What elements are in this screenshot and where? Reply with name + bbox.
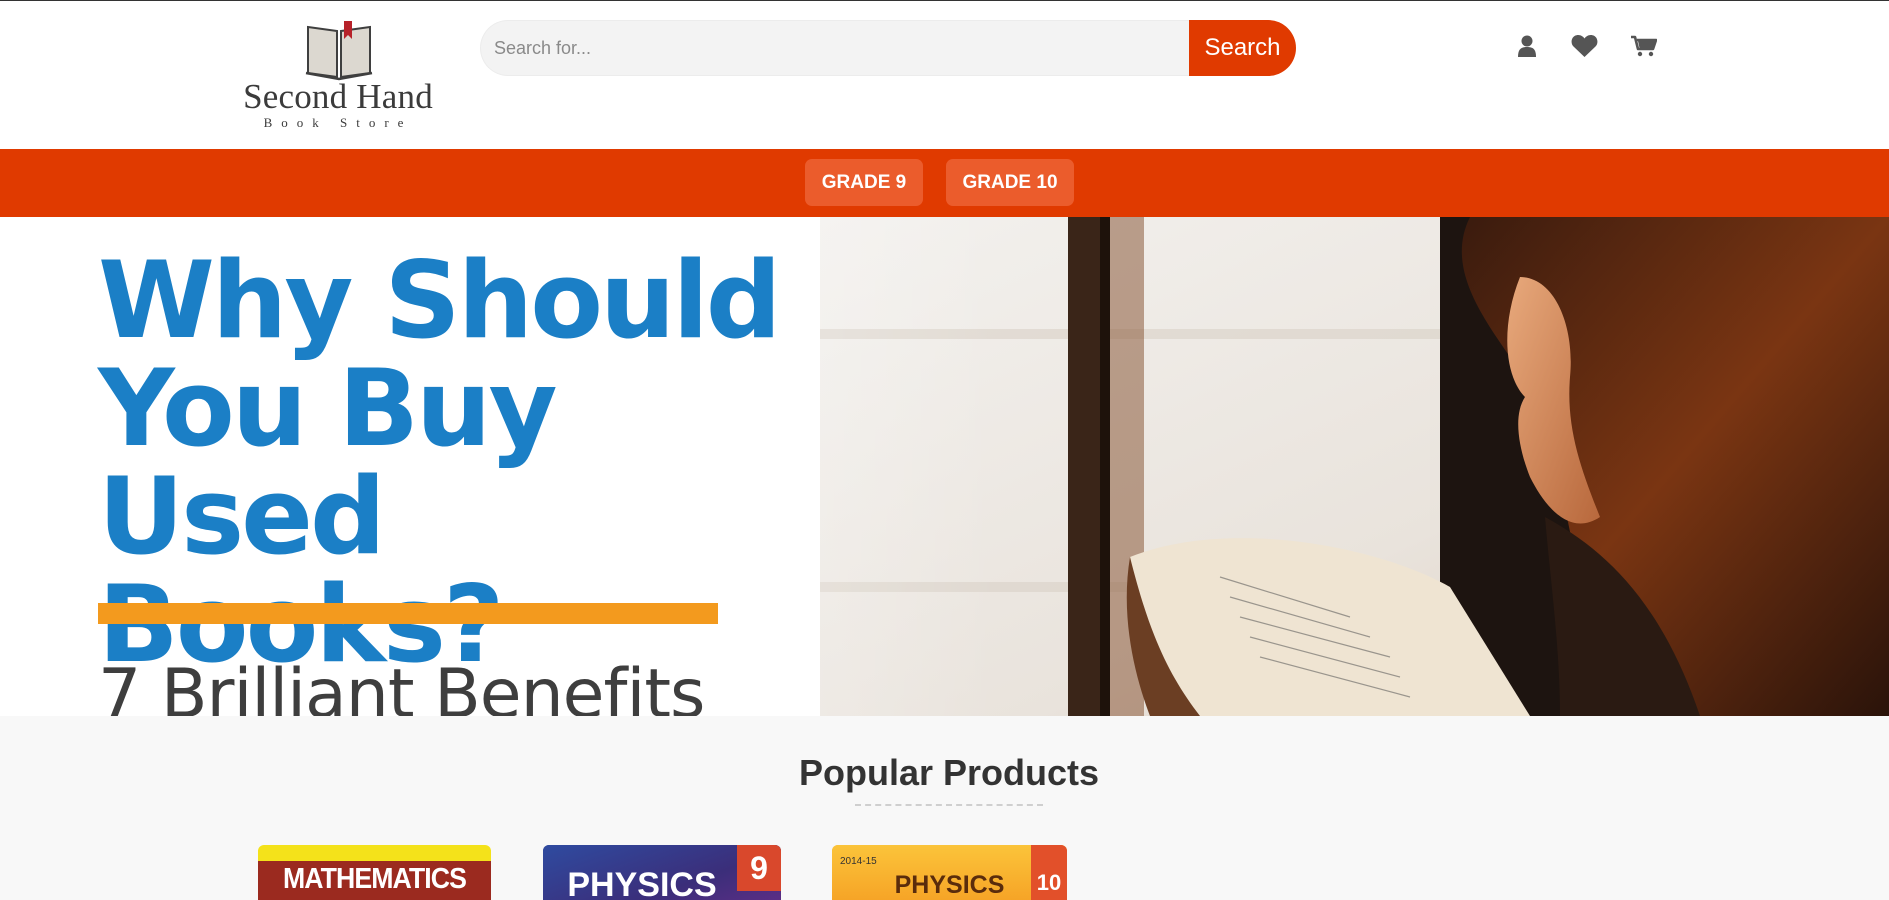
heart-icon [1571,35,1597,57]
popular-products-section: Popular Products MATHEMATICS PHYSICS 9 2… [0,716,1889,900]
edition-label: 2014-15 [840,856,877,867]
nav-grade-9[interactable]: GRADE 9 [805,159,923,206]
logo-title: Second Hand [243,77,433,116]
book-cover-title: PHYSICS [567,866,717,900]
search-button[interactable]: Search [1189,20,1296,76]
book-cover-title: MATHEMATICS [282,863,467,895]
hero-headline-line-1: Why Should [98,239,782,362]
nav-grade-10[interactable]: GRADE 10 [946,159,1074,206]
product-card[interactable]: MATHEMATICS [258,845,491,900]
search-bar: Search [480,20,1296,76]
hero-banner[interactable]: Why Should You Buy Used Books? 7 Brillia… [0,217,1889,716]
hero-headline-line-3: Used Books? [98,455,505,686]
cart-button[interactable] [1629,31,1659,61]
grade-badge: 10 [1031,845,1067,900]
logo[interactable]: Second Hand Book Store [234,19,442,131]
hero-headline-line-2: You Buy [98,347,558,470]
product-card[interactable]: PHYSICS 9 [543,845,781,900]
user-icon [1518,35,1536,57]
open-book-logo-icon [305,21,373,81]
account-button[interactable] [1512,31,1542,61]
title-divider [855,804,1043,806]
hero-accent-bar [98,603,718,624]
product-card[interactable]: 2014-15 PHYSICS 10 [832,845,1067,900]
cart-icon [1631,35,1657,57]
logo-subtitle: Book Store [263,115,413,130]
wishlist-button[interactable] [1569,31,1599,61]
section-title: Popular Products [798,752,1100,793]
site-header: Second Hand Book Store Search [0,1,1889,149]
search-input[interactable] [480,20,1194,76]
category-nav: GRADE 9 GRADE 10 [0,149,1889,217]
hero-subline: 7 Brilliant Benefits [98,655,705,716]
grade-badge: 9 [737,845,781,891]
